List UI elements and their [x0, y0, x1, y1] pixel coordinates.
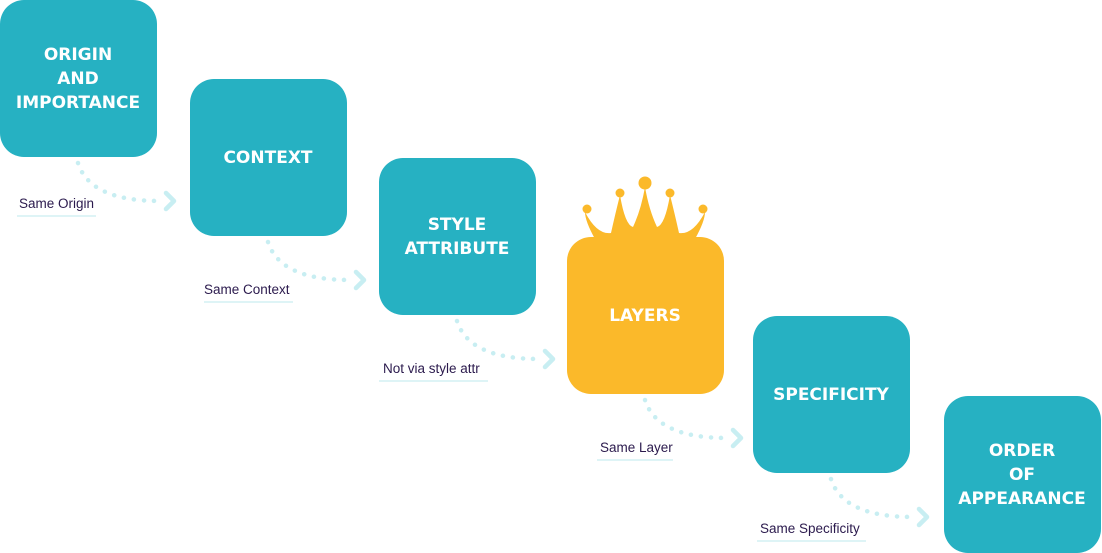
connector-label: Same Specificity [760, 521, 860, 536]
step-label: ORIGIN [44, 45, 112, 65]
cascade-diagram: Same Origin Same Context Not via style att… [0, 0, 1101, 553]
connector: Not via style attr [379, 318, 556, 382]
connector-label: Not via style attr [383, 361, 480, 376]
step-label: STYLE [428, 215, 487, 235]
step-style-attribute: STYLE ATTRIBUTE [379, 158, 536, 315]
step-label: IMPORTANCE [16, 93, 140, 113]
dotted-path [454, 318, 542, 362]
step-label: CONTEXT [223, 148, 312, 168]
connector-label: Same Layer [600, 440, 673, 455]
step-box [379, 158, 536, 315]
chevron-right-icon [916, 506, 930, 528]
step-layers: LAYERS [567, 176, 724, 394]
step-label: LAYERS [609, 306, 681, 326]
dotted-path [828, 476, 916, 520]
connector: Same Layer [597, 397, 744, 461]
connector: Same Context [204, 239, 367, 303]
chevron-right-icon [353, 269, 367, 291]
connector: Same Origin [17, 160, 177, 217]
chevron-right-icon [163, 190, 177, 212]
connector-label: Same Origin [19, 196, 94, 211]
step-label: ORDER [989, 441, 1055, 461]
step-order-of-appearance: ORDER OF APPEARANCE [944, 396, 1101, 553]
crown-icon [575, 176, 715, 245]
step-label: APPEARANCE [958, 489, 1085, 509]
step-label: ATTRIBUTE [405, 239, 510, 259]
step-origin-and-importance: ORIGIN AND IMPORTANCE [0, 0, 157, 157]
step-label: OF [1009, 465, 1035, 485]
step-specificity: SPECIFICITY [753, 316, 910, 473]
step-context: CONTEXT [190, 79, 347, 236]
dotted-path [265, 239, 353, 283]
connector-label: Same Context [204, 282, 290, 297]
chevron-right-icon [542, 348, 556, 370]
chevron-right-icon [730, 427, 744, 449]
dotted-path [642, 397, 730, 441]
connector: Same Specificity [757, 476, 930, 542]
step-label: AND [57, 69, 99, 89]
step-label: SPECIFICITY [773, 385, 889, 405]
